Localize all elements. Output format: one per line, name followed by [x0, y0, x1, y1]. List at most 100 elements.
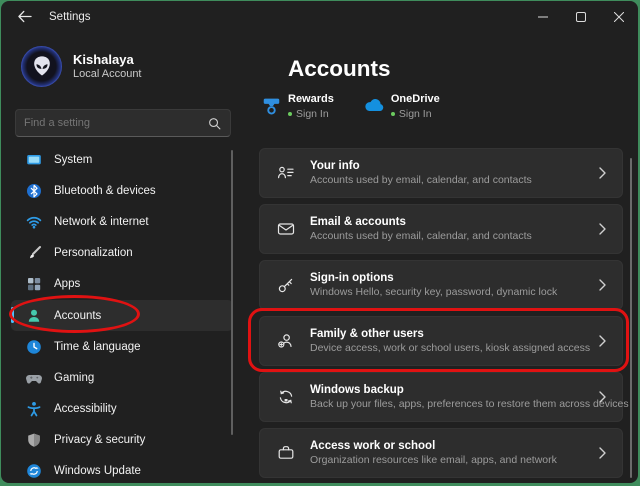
- system-icon: [26, 152, 42, 168]
- sidebar-item-personalization[interactable]: Personalization: [11, 238, 233, 269]
- card-title: Windows backup: [310, 383, 599, 397]
- signin-label: Sign In: [296, 108, 329, 120]
- sidebar-item-label: Accessibility: [54, 403, 117, 415]
- card-signin-options[interactable]: Sign-in options Windows Hello, security …: [259, 260, 623, 310]
- chevron-right-icon: [599, 447, 606, 459]
- personalization-brush-icon: [26, 245, 42, 261]
- back-arrow-icon: [17, 10, 32, 23]
- card-access-work-school[interactable]: Access work or school Organization resou…: [259, 428, 623, 478]
- sidebar-item-bluetooth[interactable]: Bluetooth & devices: [11, 175, 233, 206]
- maximize-icon: [576, 12, 586, 22]
- sidebar-nav: System Bluetooth & devices Network & int…: [11, 144, 233, 483]
- title-bar: Settings: [1, 1, 638, 32]
- sidebar-item-label: Windows Update: [54, 465, 141, 477]
- card-title: Sign-in options: [310, 271, 599, 285]
- briefcase-icon: [277, 444, 295, 462]
- card-your-info[interactable]: Your info Accounts used by email, calend…: [259, 148, 623, 198]
- card-text: Family & other users Device access, work…: [310, 327, 599, 355]
- card-text: Windows backup Back up your files, apps,…: [310, 383, 599, 411]
- rewards-badge[interactable]: Rewards Sign In: [259, 93, 334, 120]
- search-input[interactable]: [16, 117, 208, 129]
- user-name: Kishalaya: [73, 52, 142, 67]
- card-family-other-users[interactable]: Family & other users Device access, work…: [259, 316, 623, 366]
- sidebar-item-label: Gaming: [54, 372, 94, 384]
- card-text: Email & accounts Accounts used by email,…: [310, 215, 599, 243]
- rewards-icon: [259, 94, 283, 118]
- backup-sync-icon: [277, 388, 295, 406]
- signin-label: Sign In: [399, 108, 432, 120]
- card-subtitle: Accounts used by email, calendar, and co…: [310, 230, 599, 243]
- rewards-status[interactable]: Sign In: [288, 108, 334, 120]
- sidebar-item-privacy-security[interactable]: Privacy & security: [11, 425, 233, 456]
- main-scrollbar[interactable]: [630, 158, 632, 478]
- card-subtitle: Windows Hello, security key, password, d…: [310, 286, 599, 299]
- page-title: Accounts: [288, 56, 391, 82]
- your-info-icon: [277, 164, 295, 182]
- sidebar-item-system[interactable]: System: [11, 144, 233, 175]
- card-subtitle: Accounts used by email, calendar, and co…: [310, 174, 599, 187]
- user-text: Kishalaya Local Account: [73, 52, 142, 81]
- onedrive-name: OneDrive: [391, 93, 440, 106]
- onedrive-text: OneDrive Sign In: [391, 93, 440, 120]
- selected-accent-bar: [11, 307, 14, 323]
- signin-dot-icon: [288, 112, 292, 116]
- sidebar-item-windows-update[interactable]: Windows Update: [11, 456, 233, 483]
- chevron-right-icon: [599, 335, 606, 347]
- card-subtitle: Organization resources like email, apps,…: [310, 454, 599, 467]
- rewards-name: Rewards: [288, 93, 334, 106]
- sidebar-item-apps[interactable]: Apps: [11, 269, 233, 300]
- close-icon: [614, 12, 624, 22]
- user-account-type: Local Account: [73, 67, 142, 81]
- chevron-right-icon: [599, 167, 606, 179]
- email-icon: [277, 220, 295, 238]
- sidebar-item-label: Apps: [54, 278, 80, 290]
- accessibility-person-icon: [26, 401, 42, 417]
- card-text: Access work or school Organization resou…: [310, 439, 599, 467]
- card-title: Email & accounts: [310, 215, 599, 229]
- sidebar-item-label: Privacy & security: [54, 434, 145, 446]
- windows-update-icon: [26, 463, 42, 479]
- gaming-controller-icon: [26, 370, 42, 386]
- sidebar-item-label: Bluetooth & devices: [54, 185, 156, 197]
- sidebar-item-network[interactable]: Network & internet: [11, 206, 233, 237]
- back-button[interactable]: [9, 4, 39, 30]
- sidebar-item-label: Accounts: [54, 310, 101, 322]
- card-title: Access work or school: [310, 439, 599, 453]
- maximize-button[interactable]: [562, 1, 600, 32]
- sidebar-item-label: Time & language: [54, 341, 141, 353]
- close-button[interactable]: [600, 1, 638, 32]
- network-wifi-icon: [26, 214, 42, 230]
- card-title: Your info: [310, 159, 599, 173]
- avatar: [21, 46, 62, 87]
- sidebar-scrollbar[interactable]: [231, 150, 233, 435]
- minimize-button[interactable]: [524, 1, 562, 32]
- card-title: Family & other users: [310, 327, 599, 341]
- sidebar-item-label: Personalization: [54, 247, 133, 259]
- sidebar-item-label: System: [54, 154, 92, 166]
- card-email-accounts[interactable]: Email & accounts Accounts used by email,…: [259, 204, 623, 254]
- apps-grid-icon: [26, 276, 42, 292]
- card-subtitle: Back up your files, apps, preferences to…: [310, 398, 599, 411]
- card-text: Your info Accounts used by email, calend…: [310, 159, 599, 187]
- settings-window: Settings: [1, 1, 638, 483]
- desktop-background: Settings: [0, 0, 640, 486]
- sidebar-item-time-language[interactable]: Time & language: [11, 331, 233, 362]
- chevron-right-icon: [599, 223, 606, 235]
- sidebar-item-accessibility[interactable]: Accessibility: [11, 394, 233, 425]
- window-title: Settings: [49, 11, 91, 23]
- alien-logo-icon: [25, 50, 59, 84]
- family-add-user-icon: [277, 332, 295, 350]
- sidebar-item-gaming[interactable]: Gaming: [11, 362, 233, 393]
- sidebar: Kishalaya Local Account System: [1, 32, 241, 483]
- onedrive-badge[interactable]: OneDrive Sign In: [362, 93, 440, 120]
- onedrive-status[interactable]: Sign In: [391, 108, 440, 120]
- main-content: Accounts Rewards Sign In: [241, 32, 638, 483]
- card-windows-backup[interactable]: Windows backup Back up your files, apps,…: [259, 372, 623, 422]
- sidebar-item-accounts[interactable]: Accounts: [11, 300, 233, 331]
- minimize-icon: [538, 12, 548, 22]
- search-box[interactable]: [15, 109, 231, 137]
- onedrive-icon: [362, 94, 386, 118]
- user-profile[interactable]: Kishalaya Local Account: [21, 46, 142, 87]
- chevron-right-icon: [599, 391, 606, 403]
- search-icon: [208, 117, 221, 130]
